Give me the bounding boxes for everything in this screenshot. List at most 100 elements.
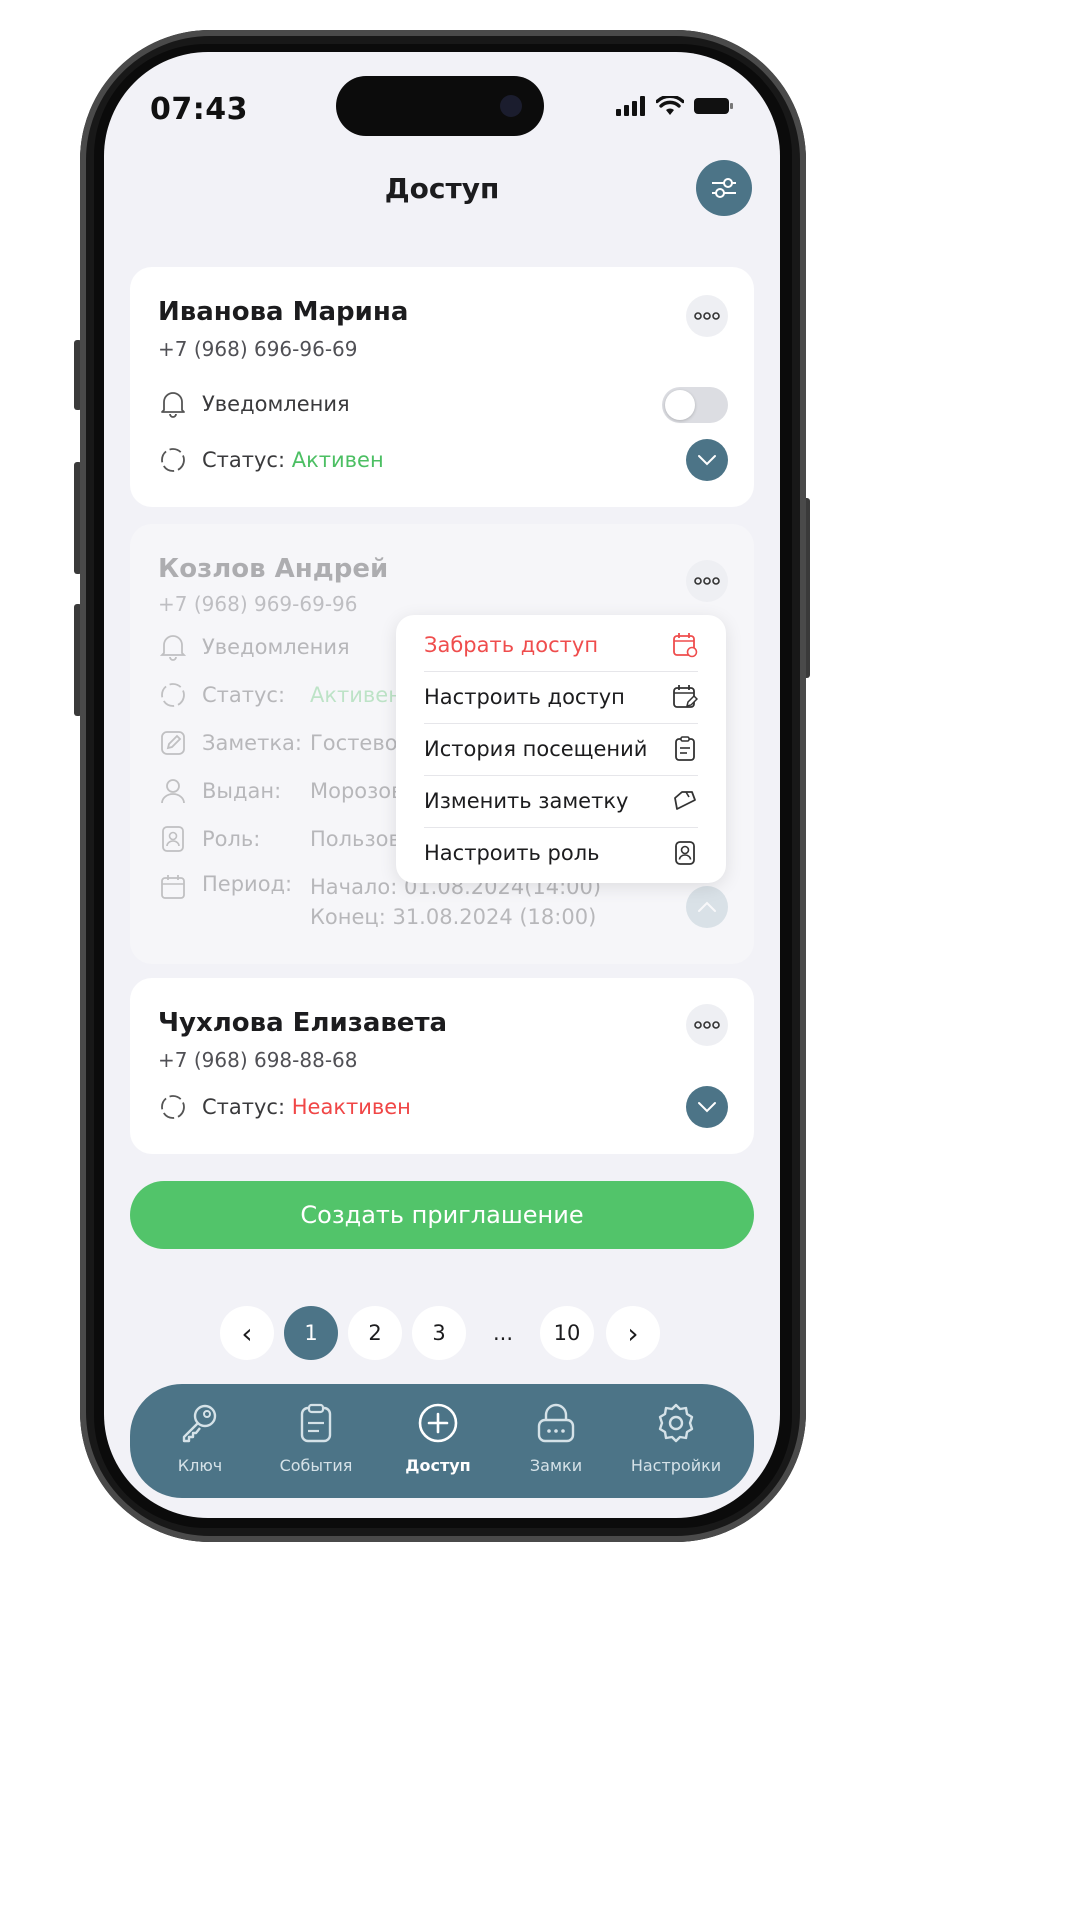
more-dots-icon xyxy=(694,577,720,585)
user-badge-icon xyxy=(675,841,695,865)
issued-row: Выдан: Морозов xyxy=(158,776,404,806)
user-name: Козлов Андрей xyxy=(158,554,389,584)
context-menu: Забрать доступ Настроить доступ История … xyxy=(396,615,726,883)
status-circle-icon xyxy=(158,680,188,710)
plus-circle-icon xyxy=(416,1398,460,1448)
status-icons xyxy=(616,96,734,116)
notifications-label: Уведомления xyxy=(202,635,350,659)
lock-icon xyxy=(534,1398,578,1448)
tab-events[interactable]: События xyxy=(258,1398,374,1475)
calendar-remove-icon xyxy=(673,633,698,658)
status-row: Статус: Активен xyxy=(158,445,384,475)
user-icon xyxy=(158,776,188,806)
notifications-row: Уведомления xyxy=(158,632,350,662)
key-icon xyxy=(178,1398,222,1448)
issued-value: Морозов xyxy=(310,779,404,803)
expand-button[interactable] xyxy=(686,1086,728,1128)
filter-button[interactable] xyxy=(696,160,752,216)
page-10-button[interactable]: 10 xyxy=(540,1306,594,1360)
status-label: Статус: xyxy=(202,683,286,707)
status-value: Неактивен xyxy=(291,1095,411,1119)
menu-item-configure-access[interactable]: Настроить доступ xyxy=(424,671,698,724)
menu-item-label: Забрать доступ xyxy=(424,633,599,657)
user-phone: +7 (968) 698-88-68 xyxy=(158,1048,358,1072)
tab-access[interactable]: Доступ xyxy=(380,1398,496,1475)
signal-icon xyxy=(616,96,645,116)
pagination: ‹ 1 2 3 ... 10 › xyxy=(104,1306,780,1362)
bell-icon xyxy=(158,389,188,419)
status-row: Статус: Активен xyxy=(158,680,402,710)
page-2-button[interactable]: 2 xyxy=(348,1306,402,1360)
tab-label: Ключ xyxy=(177,1456,223,1475)
user-phone: +7 (968) 696-96-69 xyxy=(158,337,358,361)
more-dots-icon xyxy=(694,312,720,320)
chevron-down-icon xyxy=(698,455,716,466)
battery-icon xyxy=(694,98,733,114)
edit-icon xyxy=(158,728,188,758)
more-options-button[interactable] xyxy=(686,295,728,337)
user-name: Чухлова Елизавета xyxy=(158,1008,448,1038)
notifications-row: Уведомления xyxy=(158,389,350,419)
tab-locks[interactable]: Замки xyxy=(498,1398,614,1475)
notifications-toggle[interactable] xyxy=(662,387,728,423)
page-3-button[interactable]: 3 xyxy=(412,1306,466,1360)
tab-key[interactable]: Ключ xyxy=(148,1398,252,1475)
bell-icon xyxy=(158,632,188,662)
status-row: Статус: Неактивен xyxy=(158,1092,411,1122)
calendar-edit-icon xyxy=(673,685,698,708)
tab-settings[interactable]: Настройки xyxy=(614,1398,738,1475)
notifications-label: Уведомления xyxy=(202,392,350,416)
next-page-button[interactable]: › xyxy=(606,1306,660,1360)
dynamic-island xyxy=(336,76,544,136)
menu-item-label: Изменить заметку xyxy=(424,789,629,813)
user-phone: +7 (968) 969-69-96 xyxy=(158,592,358,616)
tab-label: Настройки xyxy=(630,1456,722,1475)
status-value: Активен xyxy=(291,448,384,472)
menu-item-label: Настроить роль xyxy=(424,841,600,865)
period-label: Период: xyxy=(202,872,293,896)
page-title: Доступ xyxy=(384,172,500,205)
status-time: 07:43 xyxy=(150,92,248,127)
note-row: Заметка: Гостевой xyxy=(158,728,411,758)
bottom-tab-bar: Ключ События Доступ Замки Настройки xyxy=(130,1384,754,1498)
menu-item-revoke-access[interactable]: Забрать доступ xyxy=(424,619,698,672)
status-circle-icon xyxy=(158,445,188,475)
menu-item-edit-note[interactable]: Изменить заметку xyxy=(424,775,698,828)
status-label: Статус: xyxy=(202,448,286,472)
wifi-icon xyxy=(656,96,684,115)
more-options-button[interactable] xyxy=(686,560,728,602)
page-1-button[interactable]: 1 xyxy=(284,1306,338,1360)
clipboard-icon xyxy=(675,736,695,761)
access-card: Чухлова Елизавета +7 (968) 698-88-68 Ста… xyxy=(130,978,754,1154)
more-dots-icon xyxy=(694,1021,720,1029)
role-label: Роль: xyxy=(202,827,261,851)
prev-page-button[interactable]: ‹ xyxy=(220,1306,274,1360)
app-screen: 07:43 Доступ Иванова Марина +7 (968) 696… xyxy=(104,52,780,1518)
issued-label: Выдан: xyxy=(202,779,282,803)
clipboard-icon xyxy=(294,1398,338,1448)
note-edit-icon xyxy=(674,791,696,810)
status-label: Статус: xyxy=(202,1095,286,1119)
tab-label: Доступ xyxy=(405,1456,471,1475)
menu-item-label: Настроить доступ xyxy=(424,685,625,709)
collapse-button[interactable] xyxy=(686,886,728,928)
menu-item-configure-role[interactable]: Настроить роль xyxy=(424,827,698,879)
chevron-up-icon xyxy=(698,901,716,912)
expand-button[interactable] xyxy=(686,439,728,481)
create-invite-button[interactable]: Создать приглашение xyxy=(130,1181,754,1249)
tab-label: Замки xyxy=(529,1456,583,1475)
filter-sliders-icon xyxy=(712,178,736,198)
tab-label: События xyxy=(279,1456,353,1475)
status-circle-icon xyxy=(158,1092,188,1122)
note-label: Заметка: xyxy=(202,731,302,755)
gear-icon xyxy=(654,1398,698,1448)
menu-item-label: История посещений xyxy=(424,737,648,761)
menu-item-visit-history[interactable]: История посещений xyxy=(424,723,698,776)
pagination-ellipsis: ... xyxy=(492,1321,514,1345)
chevron-down-icon xyxy=(698,1102,716,1113)
access-card: Иванова Марина +7 (968) 696-96-69 Уведом… xyxy=(130,267,754,507)
period-end: Конец: 31.08.2024 (18:00) xyxy=(310,905,597,929)
status-value: Активен xyxy=(310,683,402,707)
user-badge-icon xyxy=(158,824,188,854)
more-options-button[interactable] xyxy=(686,1004,728,1046)
